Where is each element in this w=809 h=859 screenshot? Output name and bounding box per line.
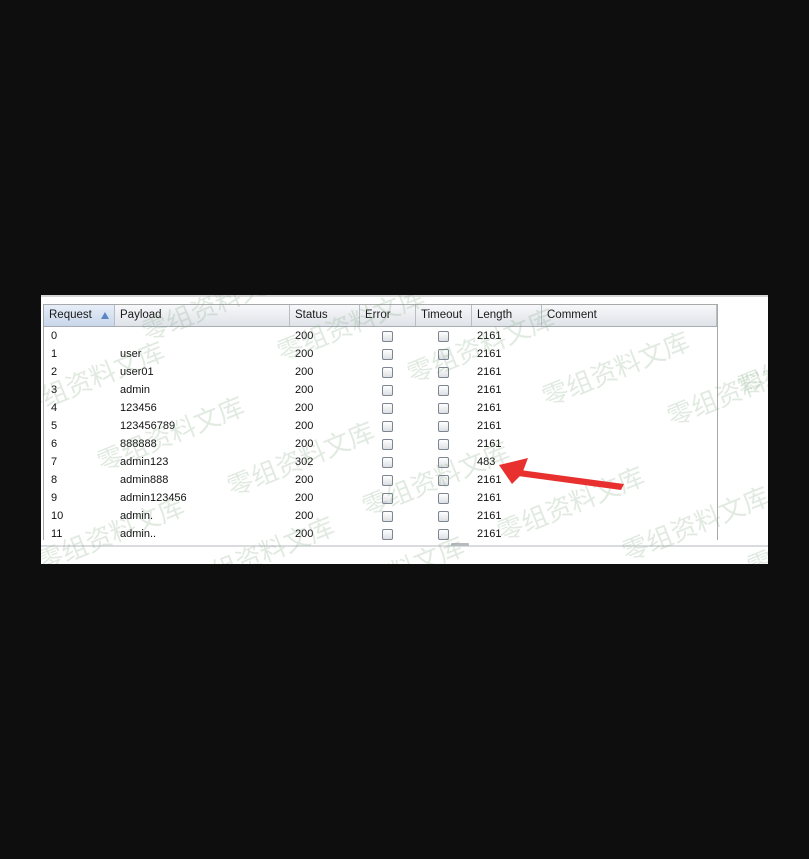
arrow-shaft	[518, 470, 624, 490]
red-annotation-arrow	[499, 458, 624, 490]
